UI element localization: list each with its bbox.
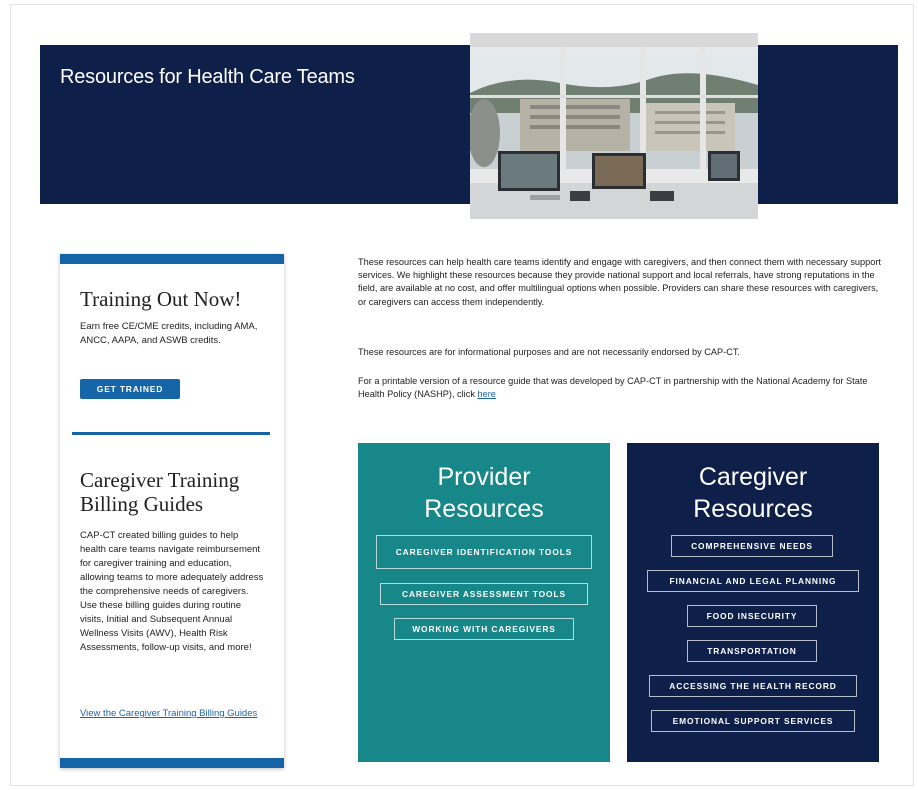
- caregiver-assessment-tools-button[interactable]: CAREGIVER ASSESSMENT TOOLS: [380, 583, 588, 605]
- caregiver-title-line1: Caregiver: [698, 463, 808, 491]
- billing-text: CAP-CT created billing guides to help he…: [80, 530, 264, 653]
- intro-paragraph-3-text: For a printable version of a resource gu…: [358, 376, 868, 400]
- training-heading: Training Out Now!: [80, 287, 242, 311]
- sidebar-divider: [72, 432, 270, 435]
- provider-title-line2: Resources: [424, 495, 544, 523]
- provider-resources-panel: Provider Resources CAREGIVER IDENTIFICAT…: [358, 443, 610, 762]
- emotional-support-services-button[interactable]: EMOTIONAL SUPPORT SERVICES: [651, 710, 855, 732]
- provider-title-line1: Provider: [437, 463, 531, 491]
- food-insecurity-button[interactable]: FOOD INSECURITY: [687, 605, 817, 627]
- provider-title: Provider Resources: [358, 461, 610, 525]
- billing-guides-link[interactable]: View the Caregiver Training Billing Guid…: [80, 707, 260, 721]
- caregiver-identification-tools-button[interactable]: CAREGIVER IDENTIFICATION TOOLS: [376, 535, 592, 569]
- caregiver-title: Caregiver Resources: [627, 461, 879, 525]
- intro-paragraph-3: For a printable version of a resource gu…: [358, 375, 888, 401]
- sidebar-top-bar: [60, 254, 284, 264]
- caregiver-title-line2: Resources: [693, 495, 813, 523]
- caregiver-resources-panel: Caregiver Resources COMPREHENSIVE NEEDS …: [627, 443, 879, 762]
- hero-office-photo: [470, 33, 758, 219]
- training-text: Earn free CE/CME credits, including AMA,…: [80, 321, 258, 346]
- comprehensive-needs-button[interactable]: COMPREHENSIVE NEEDS: [671, 535, 833, 557]
- transportation-button[interactable]: TRANSPORTATION: [687, 640, 817, 662]
- printable-guide-link[interactable]: here: [477, 389, 495, 399]
- working-with-caregivers-button[interactable]: WORKING WITH CAREGIVERS: [394, 618, 574, 640]
- billing-heading: Caregiver Training Billing Guides: [80, 468, 240, 516]
- sidebar-card: Training Out Now! Earn free CE/CME credi…: [60, 254, 284, 768]
- accessing-health-record-button[interactable]: ACCESSING THE HEALTH RECORD: [649, 675, 857, 697]
- get-trained-button[interactable]: GET TRAINED: [80, 379, 180, 399]
- intro-paragraph-2: These resources are for informational pu…: [358, 347, 740, 357]
- intro-paragraph-1: These resources can help health care tea…: [358, 257, 881, 307]
- page-title: Resources for Health Care Teams: [60, 66, 355, 88]
- financial-legal-planning-button[interactable]: FINANCIAL AND LEGAL PLANNING: [647, 570, 859, 592]
- sidebar-bottom-bar: [60, 758, 284, 768]
